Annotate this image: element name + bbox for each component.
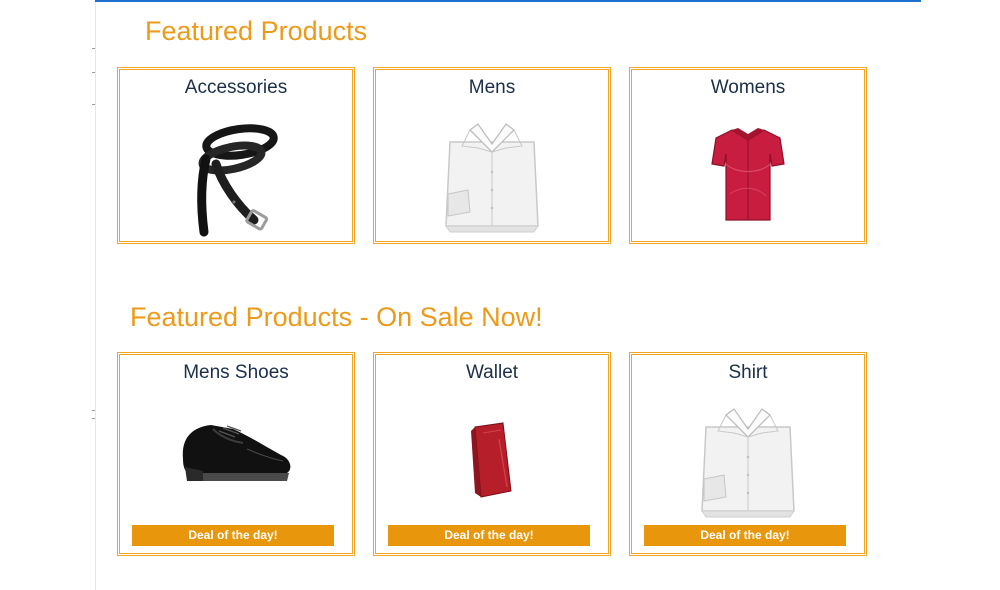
section-title: Featured Products - On Sale Now! — [130, 302, 543, 332]
section-title: Featured Products — [145, 16, 368, 46]
product-card-womens[interactable]: Womens — [629, 67, 867, 244]
belt-image — [197, 124, 278, 237]
left-divider — [95, 2, 96, 590]
deal-badge: Deal of the day! — [388, 525, 590, 546]
card-title: Mens Shoes — [183, 362, 289, 383]
product-card-accessories[interactable]: Accessories — [117, 67, 355, 244]
product-card-shirt[interactable]: Shirt Deal of the day! — [629, 352, 867, 556]
card-title: Womens — [710, 77, 786, 98]
card-title: Mens — [468, 77, 516, 98]
card-title: Accessories — [184, 77, 288, 98]
edge-mark — [92, 48, 95, 49]
product-card-mens[interactable]: Mens — [373, 67, 611, 244]
card-title: Wallet — [465, 362, 519, 383]
edge-mark — [92, 72, 95, 73]
product-card-mens-shoes[interactable]: Mens Shoes Deal of the day! — [117, 352, 355, 556]
red-blouse-image — [711, 128, 785, 221]
deal-badge: Deal of the day! — [644, 525, 846, 546]
edge-mark — [92, 418, 95, 419]
card-title: Shirt — [728, 362, 768, 383]
white-shirt-image — [701, 408, 795, 518]
edge-mark — [92, 104, 95, 105]
deal-badge: Deal of the day! — [132, 525, 334, 546]
white-shirt-image — [445, 123, 539, 233]
wallet-image — [471, 422, 512, 498]
edge-mark — [92, 410, 95, 411]
page: Featured Products Accessories Mens Women… — [0, 0, 1000, 590]
top-border — [95, 0, 921, 2]
product-card-wallet[interactable]: Wallet Deal of the day! — [373, 352, 611, 556]
shoe-image — [182, 425, 291, 481]
